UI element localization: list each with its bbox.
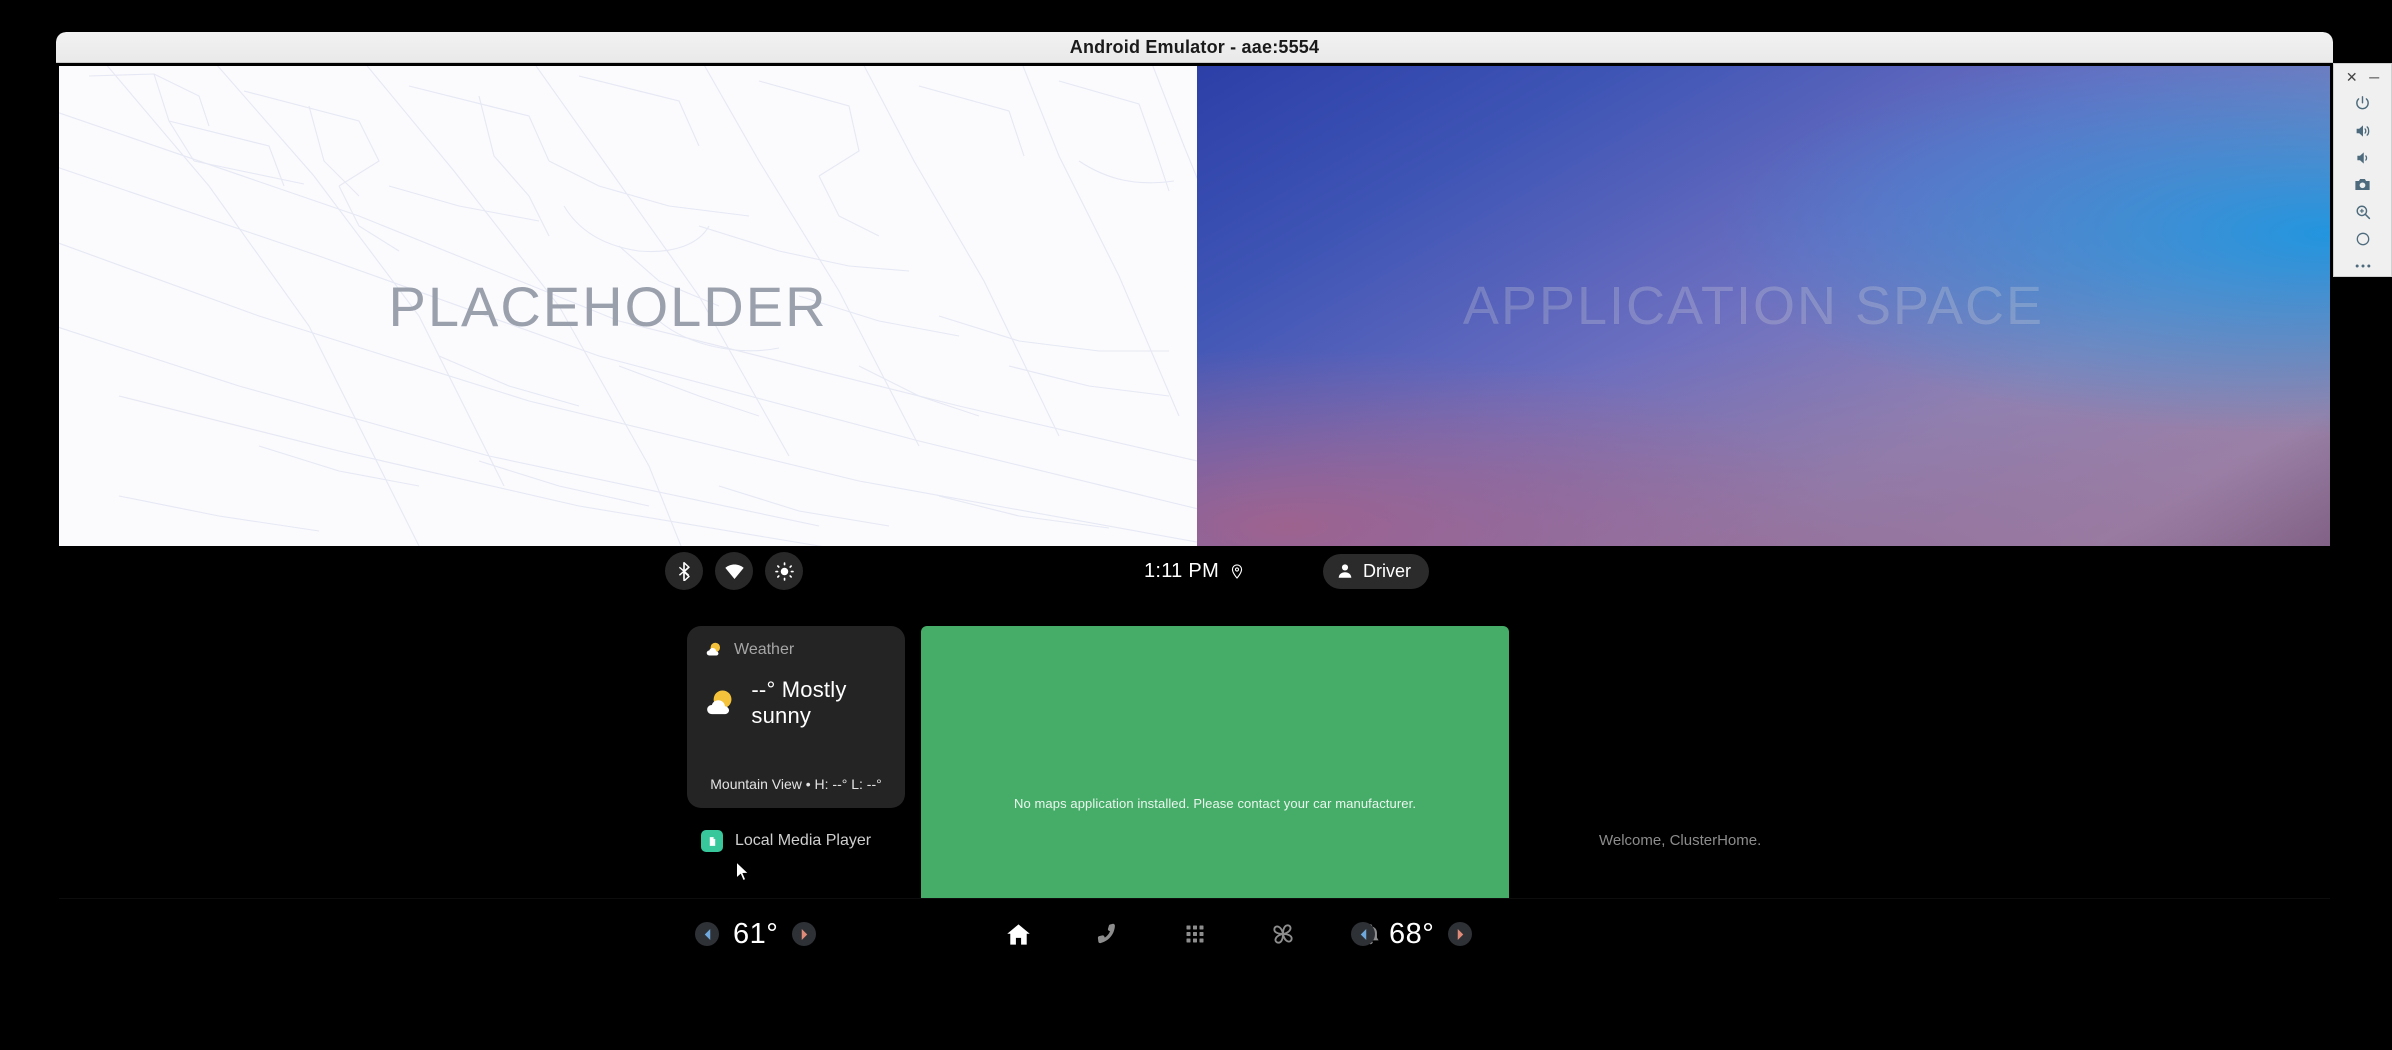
weather-condition-row: --° Mostly sunny — [687, 677, 905, 729]
local-media-player-label: Local Media Player — [735, 832, 872, 849]
home-icon — [1007, 923, 1030, 945]
maps-card-message: No maps application installed. Please co… — [1013, 796, 1417, 811]
zoom-button[interactable] — [2334, 198, 2391, 225]
weather-card-title: Weather — [734, 640, 795, 658]
toolbar-window-buttons: ✕ ─ — [2334, 64, 2391, 90]
bottom-navigation-bar: 61° 68° — [59, 898, 2330, 969]
passenger-temperature-control: 68° — [1351, 899, 1473, 969]
volume-down-button[interactable] — [2334, 144, 2391, 171]
chevron-left-icon — [1360, 928, 1366, 940]
minimize-icon[interactable]: ─ — [2369, 70, 2379, 84]
user-profile-label: Driver — [1363, 560, 1411, 581]
passenger-temp-value: 68° — [1389, 917, 1435, 950]
apps-grid-icon — [1186, 925, 1203, 943]
left-widget-column: Weather --° Mostly sunny Mountain View •… — [687, 626, 905, 852]
desktop-root: Android Emulator - aae:5554 PLACEHOLDER … — [0, 0, 2392, 1050]
map-placeholder-label: PLACEHOLDER — [388, 274, 828, 338]
nav-phone-button[interactable] — [1092, 919, 1122, 949]
nav-home-button[interactable] — [1004, 919, 1034, 949]
close-icon[interactable]: ✕ — [2346, 70, 2358, 84]
home-circle-button[interactable] — [2334, 225, 2391, 252]
application-space-label: APPLICATION SPACE — [1462, 276, 2045, 336]
circle-button-icon — [2356, 232, 2369, 245]
weather-card[interactable]: Weather --° Mostly sunny Mountain View •… — [687, 626, 905, 808]
top-region: PLACEHOLDER APPLICATION SPACE — [59, 66, 2330, 546]
more-button[interactable] — [2334, 252, 2391, 279]
emulator-body: PLACEHOLDER APPLICATION SPACE 1:11 PM Dr… — [56, 63, 2333, 972]
weather-card-header: Weather — [687, 640, 905, 659]
nav-apps-button[interactable] — [1180, 919, 1210, 949]
partly-sunny-large-icon — [707, 690, 732, 715]
screenshot-camera-icon — [2355, 178, 2370, 191]
phone-icon — [1097, 923, 1115, 944]
volume-up-icon — [2356, 124, 2369, 137]
chevron-right-icon — [1457, 928, 1464, 940]
volume-up-button[interactable] — [2334, 117, 2391, 144]
local-media-player-item[interactable]: Local Media Player — [687, 830, 905, 852]
passenger-temp-decrease-button[interactable] — [1351, 922, 1375, 946]
emulator-window: Android Emulator - aae:5554 PLACEHOLDER … — [56, 32, 2333, 972]
power-icon — [2356, 96, 2369, 110]
emulator-side-toolbar: ✕ ─ — [2333, 63, 2392, 277]
window-title-bar[interactable]: Android Emulator - aae:5554 — [56, 32, 2333, 63]
application-space-panel[interactable]: APPLICATION SPACE — [1197, 66, 2330, 546]
volume-down-icon — [2356, 151, 2367, 164]
location-pin-icon — [1231, 563, 1243, 579]
system-status-bar: 1:11 PM Driver — [59, 546, 2330, 596]
user-profile-chip[interactable]: Driver — [1323, 553, 1429, 589]
map-placeholder-panel[interactable]: PLACEHOLDER — [59, 66, 1197, 546]
device-screen: PLACEHOLDER APPLICATION SPACE 1:11 PM Dr… — [59, 66, 2330, 969]
window-title: Android Emulator - aae:5554 — [1069, 36, 1320, 57]
nav-climate-button[interactable] — [1268, 919, 1298, 949]
clock-area: 1:11 PM — [59, 560, 2330, 583]
weather-condition-text: --° Mostly sunny — [751, 677, 847, 728]
screenshot-button[interactable] — [2334, 171, 2391, 198]
weather-location-highlow: Mountain View • H: --° L: --° — [710, 776, 882, 792]
zoom-icon — [2356, 205, 2370, 219]
navigation-icon-group — [59, 899, 2330, 969]
partly-sunny-icon — [706, 642, 721, 656]
welcome-message: Welcome, ClusterHome. — [1599, 832, 1762, 849]
more-icon — [2355, 264, 2370, 267]
passenger-temp-increase-button[interactable] — [1448, 922, 1473, 946]
media-app-icon — [701, 830, 723, 852]
power-button[interactable] — [2334, 90, 2391, 117]
home-content-area: Weather --° Mostly sunny Mountain View •… — [59, 596, 2330, 969]
climate-fan-icon — [1272, 924, 1293, 944]
clock-text: 1:11 PM — [1143, 559, 1220, 582]
user-avatar-icon — [1338, 564, 1352, 578]
